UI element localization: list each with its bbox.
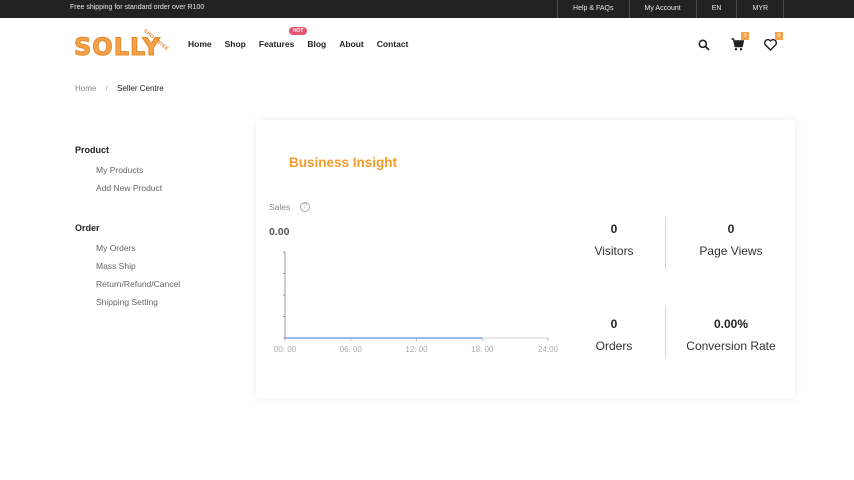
site-header: SOLLY SHOPWISE Home Shop Features HOT Bl…	[0, 18, 854, 74]
hot-badge: HOT	[288, 27, 308, 35]
nav-contact[interactable]: Contact	[377, 39, 409, 49]
nav-features-label: Features	[258, 39, 295, 49]
x-tick-label: 06: 00	[340, 345, 363, 354]
page-views-value: 0	[727, 222, 735, 236]
wishlist-count-badge: 0	[775, 32, 783, 40]
nav-shop[interactable]: Shop	[225, 39, 246, 49]
breadcrumb-home[interactable]: Home	[75, 84, 96, 93]
shipping-promo-text: Free shipping for standard order over R1…	[70, 4, 205, 11]
visitors-label: Visitors	[594, 244, 634, 258]
nav-about[interactable]: About	[339, 39, 364, 49]
seller-sidebar: Product My Products Add New Product Orde…	[75, 145, 235, 315]
stat-visitors: 0 Visitors	[549, 222, 679, 258]
nav-features[interactable]: Features HOT	[258, 27, 308, 49]
sales-label: Sales	[269, 202, 291, 212]
my-account-link[interactable]: My Account	[628, 0, 696, 18]
nav-blog[interactable]: Blog	[307, 39, 326, 49]
sales-value: 0.00	[269, 226, 290, 238]
stat-orders: 0 Orders	[549, 317, 679, 353]
heart-icon[interactable]	[764, 38, 777, 56]
conversion-rate-label: Conversion Rate	[686, 339, 776, 353]
sidebar-heading-order: Order	[75, 223, 100, 233]
sidebar-heading-product: Product	[75, 145, 110, 155]
sidebar-item-return-refund-cancel[interactable]: Return/Refund/Cancel	[96, 279, 235, 289]
visitors-value: 0	[610, 222, 618, 236]
help-icon[interactable]: ?	[300, 202, 310, 212]
language-selector[interactable]: EN	[695, 0, 737, 18]
x-tick-label: 00: 00	[274, 345, 297, 354]
top-bar: Free shipping for standard order over R1…	[0, 0, 854, 18]
main-nav: Home Shop Features HOT Blog About Contac…	[188, 27, 421, 49]
orders-value: 0	[610, 317, 618, 331]
cart-icon[interactable]	[731, 38, 745, 56]
page-views-label: Page Views	[699, 244, 763, 258]
help-faqs-link[interactable]: Help & FAQs	[557, 0, 628, 18]
conversion-rate-value: 0.00%	[713, 317, 749, 331]
solly-logo[interactable]: SOLLY SHOPWISE	[74, 26, 174, 66]
x-tick-label: 12: 00	[405, 345, 428, 354]
currency-selector[interactable]: MYR	[736, 0, 784, 18]
search-icon[interactable]	[698, 38, 710, 56]
sidebar-item-my-products[interactable]: My Products	[96, 165, 235, 175]
nav-home[interactable]: Home	[188, 39, 212, 49]
sidebar-item-shipping-setting[interactable]: Shipping Setting	[96, 297, 235, 307]
cart-count-badge: 3	[741, 32, 749, 40]
sidebar-item-mass-ship[interactable]: Mass Ship	[96, 261, 235, 271]
breadcrumb: Home / Seller Centre	[75, 84, 164, 93]
business-insight-title: Business Insight	[289, 155, 398, 170]
top-links: Help & FAQs My Account EN MYR	[557, 0, 784, 18]
breadcrumb-separator: /	[105, 84, 108, 93]
business-insight-card: Business Insight Sales ? 0.00 00: 00 06: …	[256, 120, 795, 398]
sidebar-item-add-new-product[interactable]: Add New Product	[96, 183, 235, 193]
breadcrumb-current: Seller Centre	[117, 84, 164, 93]
x-tick-label: 18: 00	[471, 345, 494, 354]
sidebar-item-my-orders[interactable]: My Orders	[96, 243, 235, 253]
stat-page-views: 0 Page Views	[666, 222, 796, 258]
sales-chart: 00: 00 06: 00 12: 00 18: 00 24:00	[274, 251, 559, 354]
orders-label: Orders	[595, 339, 633, 353]
stat-conversion-rate: 0.00% Conversion Rate	[666, 317, 796, 353]
